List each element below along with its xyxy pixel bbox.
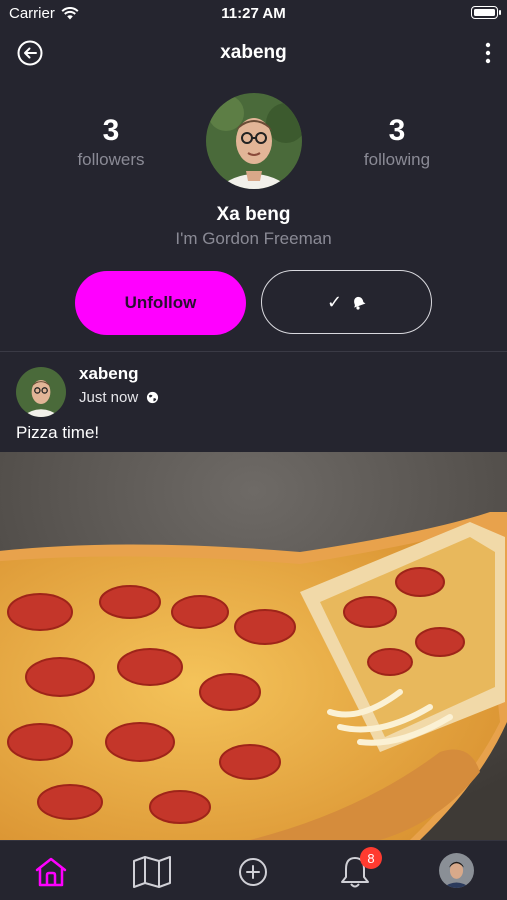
nav-bar: xabeng [0,30,507,76]
post-meta: Just now [79,389,159,406]
check-mark: ✓ [326,291,343,312]
home-icon [35,857,67,887]
followers-label: followers [77,150,145,169]
following-stat[interactable]: 3 following [322,114,472,170]
globe-icon [147,391,159,404]
following-label: following [363,150,431,169]
post-text: Pizza time! [16,423,100,442]
unfollow-button[interactable]: Unfollow [75,271,246,335]
profile-name: Xa beng [216,204,291,225]
section-divider [0,351,507,352]
following-count: 3 [388,114,406,147]
post-time: Just now [79,389,139,406]
followers-stat[interactable]: 3 followers [36,114,186,170]
post-author-name[interactable]: xabeng [79,364,139,384]
post-author-avatar[interactable] [16,367,66,417]
battery-icon [471,6,501,19]
page-title: xabeng [220,42,287,63]
notification-badge: 8 [360,847,382,869]
tab-add[interactable] [233,853,273,891]
profile-avatar [206,93,302,189]
profile-bio: I'm Gordon Freeman [175,229,332,248]
status-bar: Carrier 11:27 AM [0,0,507,28]
tab-map[interactable] [132,853,172,891]
tab-home[interactable] [31,853,71,891]
followers-count: 3 [102,114,120,147]
bell-icon [354,296,366,310]
tab-bar: 8 [0,840,507,900]
map-icon [133,856,171,888]
post-image-pizza[interactable] [0,452,507,840]
plus-circle-icon [239,858,267,886]
vertical-dots-icon[interactable] [483,41,493,65]
clock: 11:27 AM [221,5,286,22]
tab-profile-avatar[interactable] [439,853,474,888]
notifications-toggle-button[interactable]: ✓ [261,270,432,334]
